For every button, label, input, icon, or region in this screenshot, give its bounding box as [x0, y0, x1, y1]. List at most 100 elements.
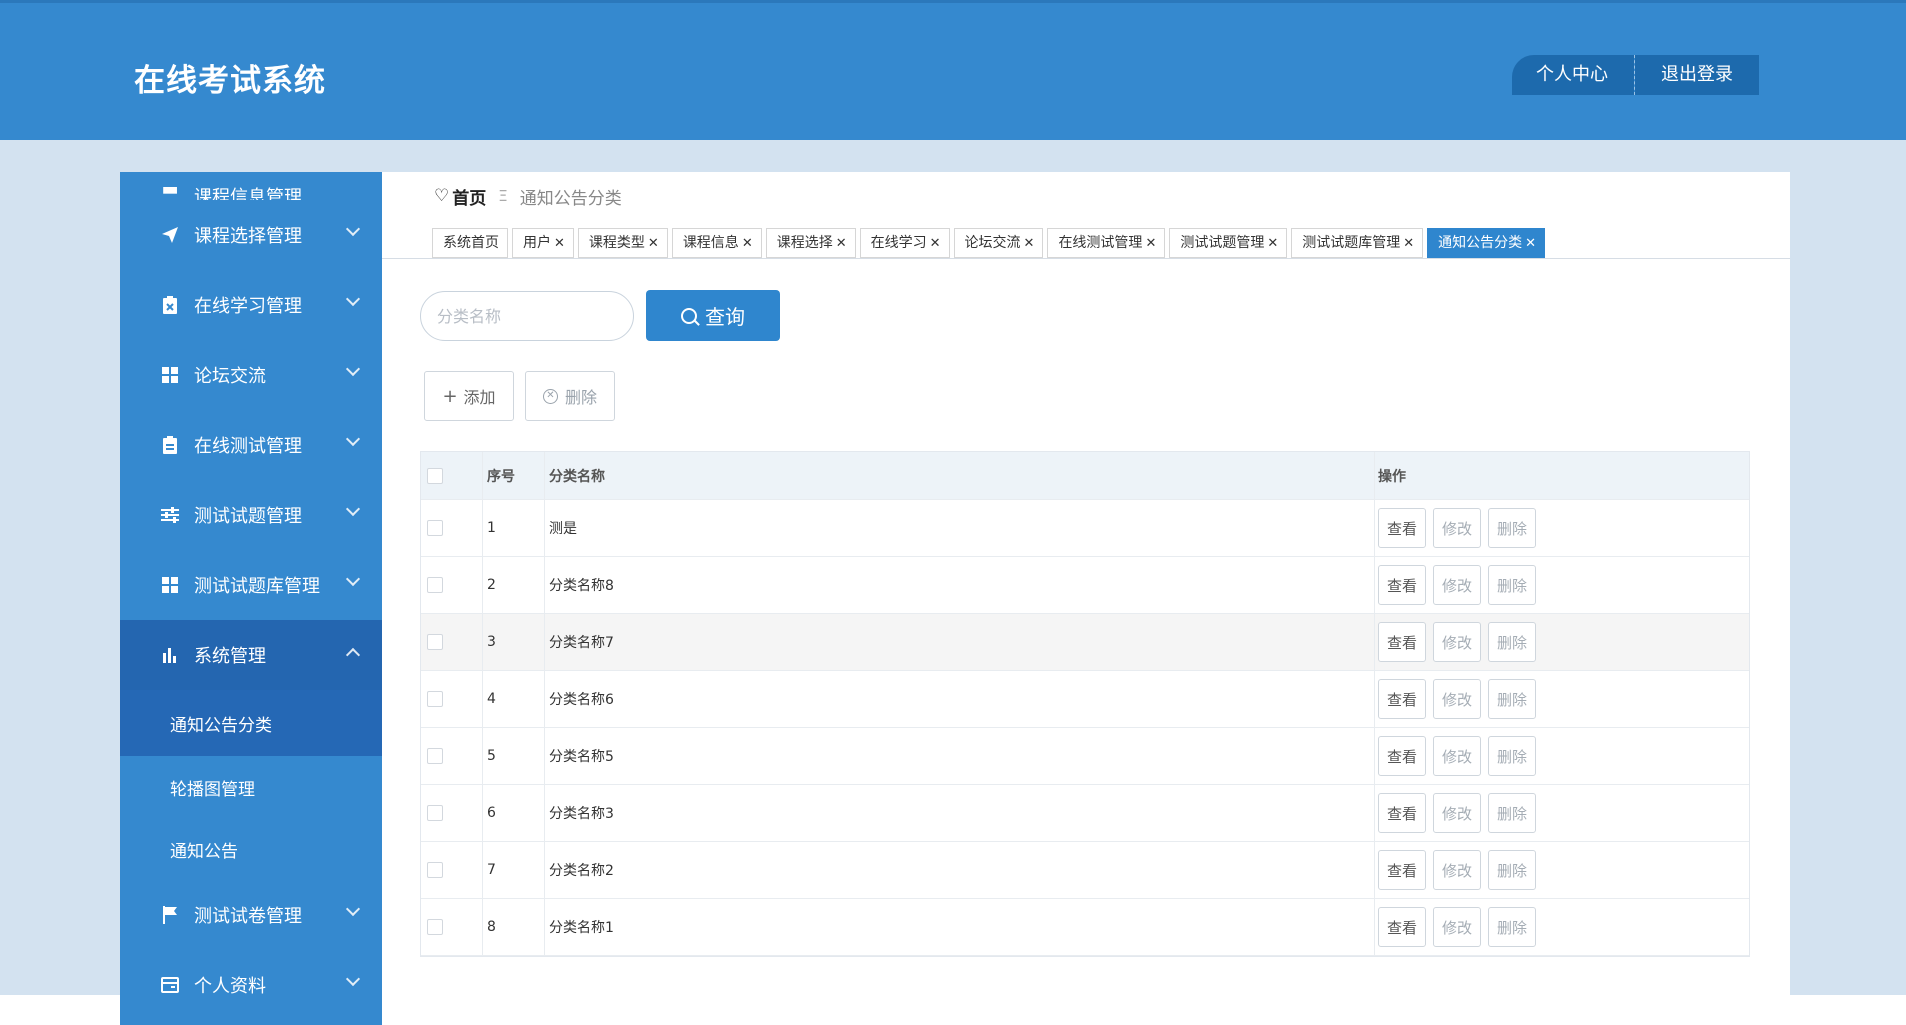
- row-checkbox[interactable]: [427, 634, 443, 650]
- tab-online-test[interactable]: 在线测试管理 ✕: [1047, 228, 1166, 258]
- close-icon[interactable]: ✕: [1403, 236, 1414, 251]
- row-checkbox[interactable]: [427, 862, 443, 878]
- sidebar-item-profile[interactable]: 个人资料: [120, 950, 382, 1020]
- batch-delete-button[interactable]: ✕ 删除: [525, 371, 615, 421]
- sidebar-item-online-learning[interactable]: 在线学习管理: [120, 270, 382, 340]
- edit-button[interactable]: 修改: [1433, 565, 1481, 605]
- table-row: 1 测是 查看 修改 删除: [421, 500, 1749, 557]
- delete-button[interactable]: 删除: [1488, 508, 1536, 548]
- sidebar-subitem-notice[interactable]: 通知公告: [120, 818, 382, 880]
- category-name-search-input[interactable]: [420, 291, 634, 341]
- tab-online-learning[interactable]: 在线学习 ✕: [859, 228, 950, 258]
- close-icon[interactable]: ✕: [554, 236, 565, 251]
- sidebar-item-test-papers[interactable]: 测试试卷管理: [120, 880, 382, 950]
- delete-button[interactable]: 删除: [1488, 679, 1536, 719]
- main-panel: ♡ 首页 Ξ 通知公告分类 系统首页 用户 ✕ 课程类型 ✕ 课程信息 ✕ 课程选择 ✕…: [382, 172, 1790, 995]
- close-icon[interactable]: ✕: [930, 236, 941, 251]
- tab-question-bank[interactable]: 测试试题库管理 ✕: [1291, 228, 1424, 258]
- row-checkbox[interactable]: [427, 919, 443, 935]
- chevron-down-icon: [345, 971, 361, 987]
- row-checkbox[interactable]: [427, 748, 443, 764]
- sidebar-item-course-selection[interactable]: 课程选择管理: [120, 200, 382, 270]
- sidebar-item-online-test[interactable]: 在线测试管理: [120, 410, 382, 480]
- tab-course-type[interactable]: 课程类型 ✕: [577, 228, 668, 258]
- row-checkbox[interactable]: [427, 520, 443, 536]
- edit-button[interactable]: 修改: [1433, 508, 1481, 548]
- close-icon[interactable]: ✕: [742, 236, 753, 251]
- delete-button[interactable]: 删除: [1488, 736, 1536, 776]
- tab-users[interactable]: 用户 ✕: [512, 228, 574, 258]
- row-checkbox[interactable]: [427, 805, 443, 821]
- sidebar-item-label: 系统管理: [194, 646, 266, 667]
- view-button[interactable]: 查看: [1378, 793, 1426, 833]
- search-button[interactable]: 查询: [646, 290, 780, 341]
- delete-button[interactable]: 删除: [1488, 793, 1536, 833]
- delete-button[interactable]: 删除: [1488, 565, 1536, 605]
- close-icon[interactable]: ✕: [1145, 236, 1156, 251]
- close-icon[interactable]: ✕: [836, 236, 847, 251]
- sidebar-item-course-info[interactable]: ▬ 课程信息管理: [120, 172, 382, 201]
- column-header-name: 分类名称: [545, 452, 1375, 499]
- sidebar: ▬ 课程信息管理 课程选择管理 在线学习管理 论坛交流 在线测试管理 测试试题管…: [120, 172, 382, 1025]
- row-checkbox[interactable]: [427, 577, 443, 593]
- view-button[interactable]: 查看: [1378, 508, 1426, 548]
- header-checkbox-cell: [421, 452, 483, 499]
- tab-label: 论坛交流: [964, 235, 1021, 251]
- view-button[interactable]: 查看: [1378, 679, 1426, 719]
- delete-button[interactable]: 删除: [1488, 622, 1536, 662]
- sidebar-item-forum[interactable]: 论坛交流: [120, 340, 382, 410]
- tab-forum[interactable]: 论坛交流 ✕: [953, 228, 1044, 258]
- sidebar-item-label: 论坛交流: [194, 366, 266, 387]
- breadcrumb-current: 通知公告分类: [519, 188, 622, 209]
- view-button[interactable]: 查看: [1378, 850, 1426, 890]
- edit-button[interactable]: 修改: [1433, 907, 1481, 947]
- tab-course-info[interactable]: 课程信息 ✕: [671, 228, 762, 258]
- edit-button[interactable]: 修改: [1433, 793, 1481, 833]
- card-icon: [160, 975, 180, 995]
- sidebar-item-test-questions[interactable]: 测试试题管理: [120, 480, 382, 550]
- delete-button[interactable]: 删除: [1488, 850, 1536, 890]
- view-button[interactable]: 查看: [1378, 622, 1426, 662]
- delete-button[interactable]: 删除: [1488, 907, 1536, 947]
- add-button[interactable]: + 添加: [424, 371, 514, 421]
- sidebar-item-label: 个人资料: [194, 976, 266, 997]
- tab-course-selection[interactable]: 课程选择 ✕: [765, 228, 856, 258]
- category-table: 序号 分类名称 操作 1 测是 查看 修改 删除 2 分类名称8 查看 修改 删…: [420, 451, 1750, 957]
- table-header-row: 序号 分类名称 操作: [421, 452, 1749, 500]
- tab-label: 在线测试管理: [1058, 235, 1143, 251]
- view-button[interactable]: 查看: [1378, 565, 1426, 605]
- select-all-checkbox[interactable]: [427, 467, 443, 484]
- sidebar-item-label: 测试试题管理: [194, 506, 302, 527]
- profile-button[interactable]: 个人中心: [1512, 55, 1634, 95]
- tab-notice-category[interactable]: 通知公告分类 ✕: [1427, 228, 1546, 258]
- tab-label: 测试试题库管理: [1302, 235, 1401, 251]
- row-index: 4: [483, 671, 545, 727]
- close-icon[interactable]: ✕: [1267, 236, 1278, 251]
- tab-label: 用户: [523, 235, 551, 251]
- close-icon[interactable]: ✕: [1525, 236, 1536, 251]
- sidebar-item-label: 测试试题库管理: [194, 576, 320, 597]
- row-category-name: 测是: [545, 500, 1375, 556]
- close-icon[interactable]: ✕: [1024, 236, 1035, 251]
- content-area: 查询 + 添加 ✕ 删除 序号 分类名称 操作 1 测是 查看 修改: [382, 259, 1786, 995]
- tab-test-questions[interactable]: 测试试题管理 ✕: [1169, 228, 1288, 258]
- close-icon[interactable]: ✕: [648, 236, 659, 251]
- breadcrumb-home[interactable]: ♡ 首页: [434, 184, 486, 209]
- sidebar-item-system[interactable]: 系统管理: [120, 620, 382, 690]
- sidebar-subitem-notice-category[interactable]: 通知公告分类: [120, 690, 382, 756]
- edit-button[interactable]: 修改: [1433, 679, 1481, 719]
- row-checkbox[interactable]: [427, 691, 443, 707]
- view-button[interactable]: 查看: [1378, 736, 1426, 776]
- bar-chart-icon: [160, 645, 180, 665]
- tab-label: 系统首页: [443, 235, 499, 251]
- edit-button[interactable]: 修改: [1433, 850, 1481, 890]
- logout-button[interactable]: 退出登录: [1635, 55, 1759, 95]
- edit-button[interactable]: 修改: [1433, 736, 1481, 776]
- search-icon: [681, 307, 697, 324]
- sidebar-item-question-bank[interactable]: 测试试题库管理: [120, 550, 382, 620]
- heart-icon: ♡: [434, 186, 450, 206]
- sidebar-subitem-carousel[interactable]: 轮播图管理: [120, 756, 382, 818]
- tab-home[interactable]: 系统首页: [432, 228, 508, 258]
- view-button[interactable]: 查看: [1378, 907, 1426, 947]
- edit-button[interactable]: 修改: [1433, 622, 1481, 662]
